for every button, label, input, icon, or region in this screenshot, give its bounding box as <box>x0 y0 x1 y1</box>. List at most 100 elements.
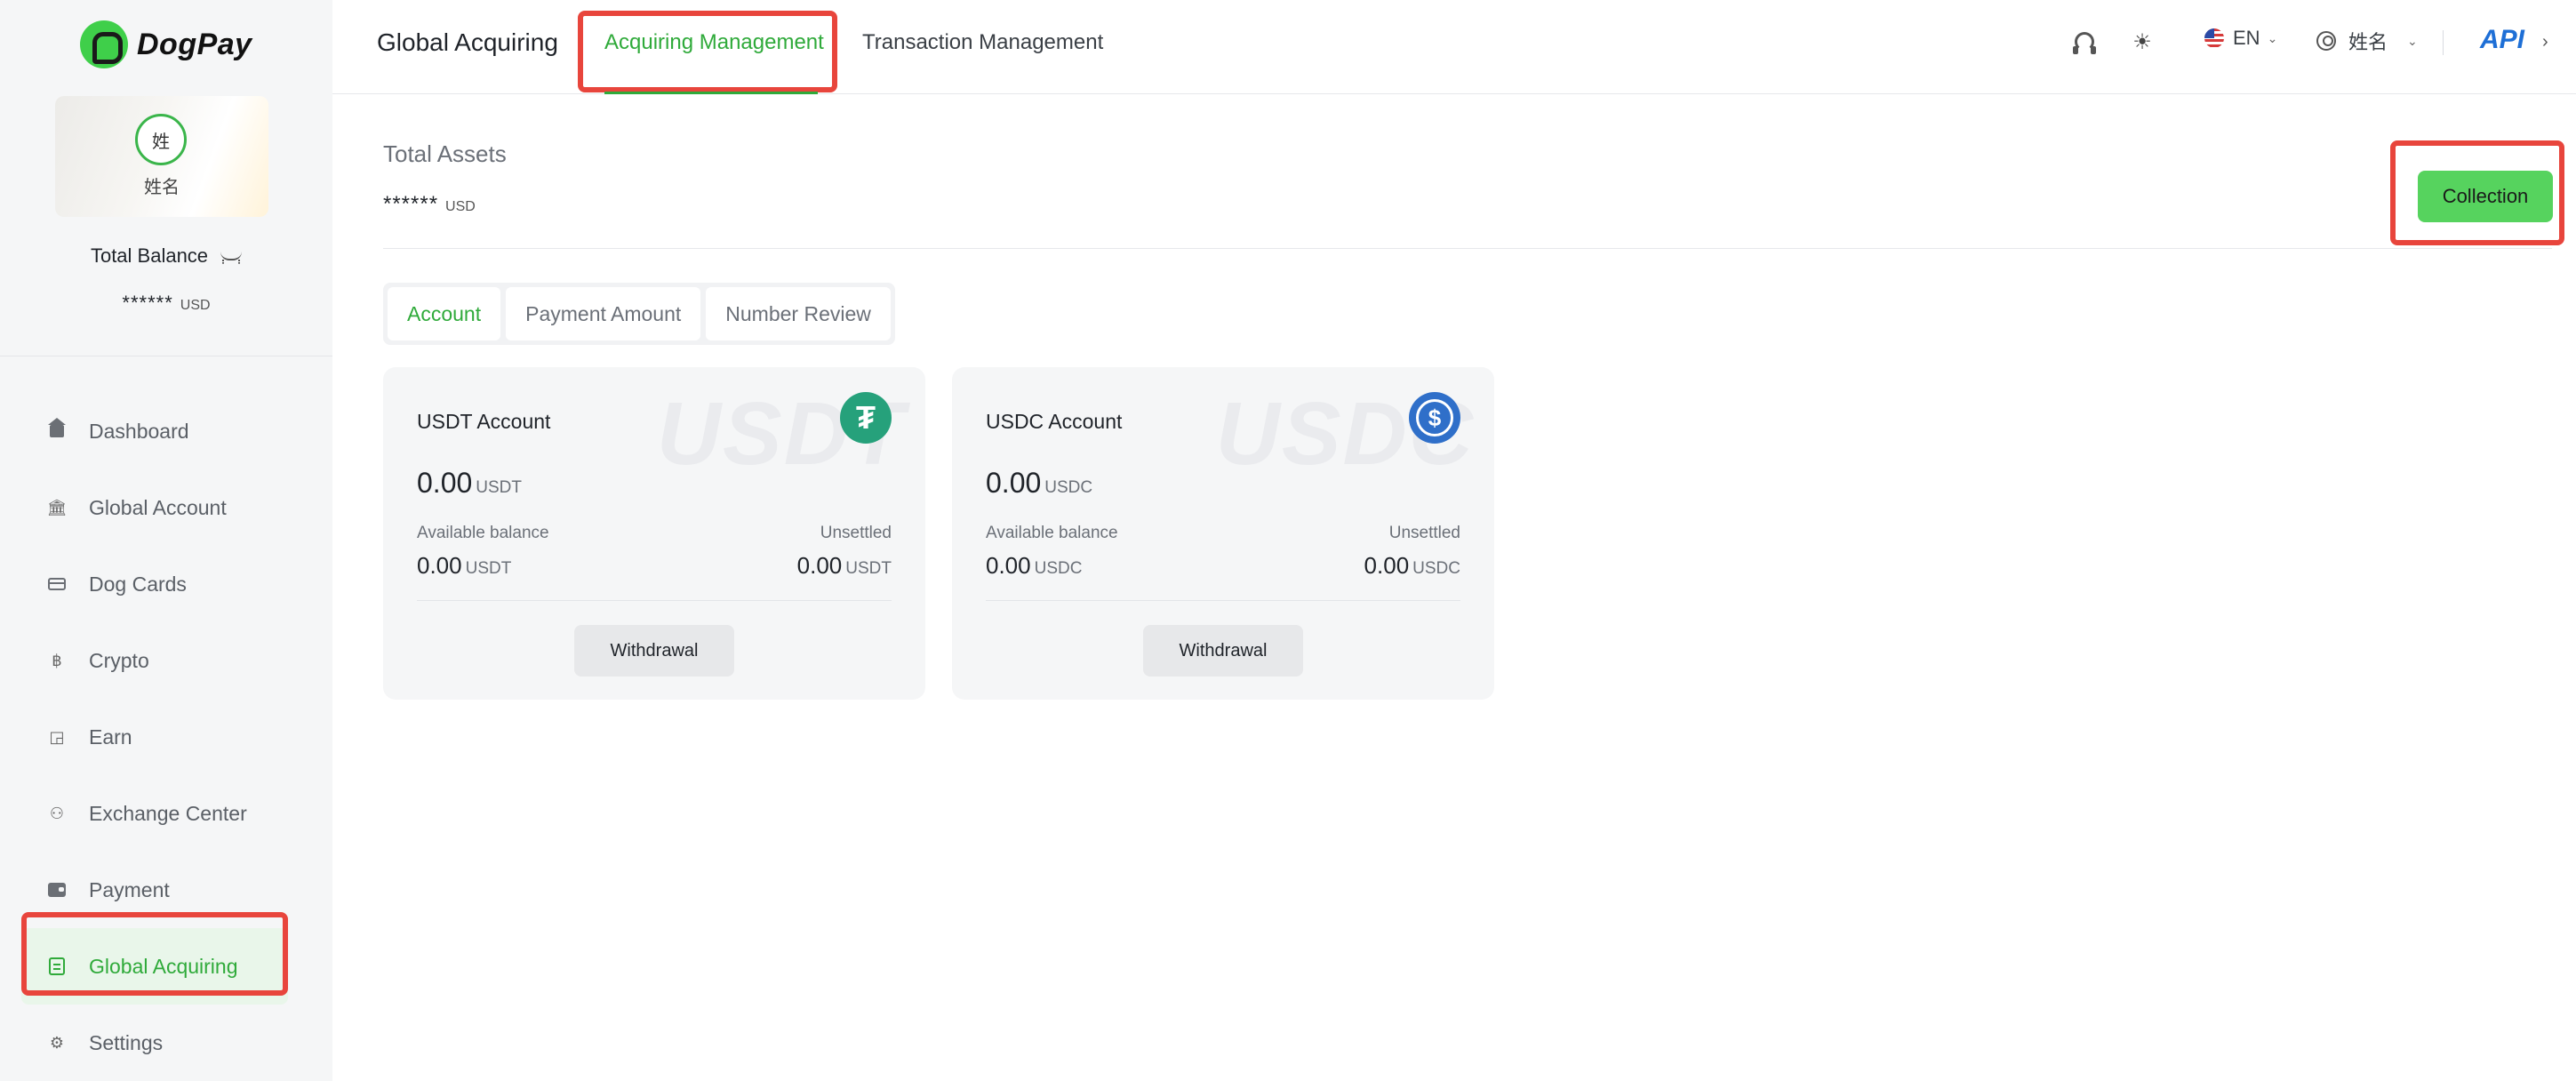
sidebar-item-exchange-center[interactable]: ⚇ Exchange Center <box>21 775 288 852</box>
chevron-down-icon: ⌄ <box>2267 30 2278 45</box>
wallet-icon <box>48 881 66 899</box>
account-name: USDT Account <box>417 410 551 433</box>
sidebar-item-label: Dog Cards <box>89 572 187 596</box>
page-title: Global Acquiring <box>377 28 558 56</box>
logo[interactable]: DogPay <box>80 20 252 69</box>
sidebar-item-dashboard[interactable]: Dashboard <box>21 393 288 469</box>
api-link[interactable]: API <box>2480 25 2524 55</box>
language-selector[interactable]: EN ⌄ <box>2204 27 2277 50</box>
sidebar: DogPay 姓 姓名 Total Balance ****** USD Dash… <box>0 0 332 1081</box>
unsettled-label: Unsettled <box>820 524 892 542</box>
card-divider <box>986 600 1460 601</box>
tab-acquiring-management[interactable]: Acquiring Management <box>604 30 824 55</box>
total-balance-value: ****** USD <box>0 292 332 315</box>
account-total-unit: USDT <box>476 478 523 497</box>
theme-sun-icon[interactable]: ☀ <box>2132 30 2152 54</box>
account-total-value: 0.00 <box>986 467 1042 499</box>
available-balance-unit: USDT <box>465 559 512 578</box>
bank-icon: 🏛 <box>46 498 68 516</box>
available-balance-label: Available balance <box>417 524 549 542</box>
total-assets-value: ****** USD <box>383 192 476 217</box>
sidebar-item-label: Exchange Center <box>89 801 247 825</box>
usd-coin-icon: $ <box>1409 392 1460 444</box>
collection-button[interactable]: Collection <box>2418 171 2553 222</box>
card-divider <box>417 600 892 601</box>
account-name: USDC Account <box>986 410 1123 433</box>
available-balance-label: Available balance <box>986 524 1118 542</box>
exchange-icon: ⚇ <box>49 804 65 822</box>
unsettled-label: Unsettled <box>1388 524 1460 542</box>
us-flag-icon <box>2204 28 2224 48</box>
unsettled: 0.00 USDT <box>797 552 892 580</box>
sidebar-item-label: Earn <box>89 725 132 749</box>
home-icon <box>48 418 66 440</box>
sidebar-item-payment[interactable]: Payment <box>21 852 288 928</box>
sidebar-item-label: Global Account <box>89 495 227 519</box>
total-balance: Total Balance <box>0 244 332 268</box>
balance-unit: USD <box>180 298 211 313</box>
tab-payment-amount[interactable]: Payment Amount <box>506 287 701 340</box>
usdt-account-card: USDT ₮ USDT Account 0.00 USDT Available b… <box>383 367 925 700</box>
tab-transaction-management[interactable]: Transaction Management <box>862 30 1103 55</box>
earn-icon: ◲ <box>49 727 65 746</box>
sidebar-item-earn[interactable]: ◲ Earn <box>21 699 288 775</box>
account-total: 0.00 USDC <box>986 467 1092 500</box>
sidebar-item-global-acquiring[interactable]: Global Acquiring <box>21 928 288 1005</box>
eye-closed-icon[interactable] <box>220 252 243 264</box>
available-balance: 0.00 USDT <box>417 552 511 580</box>
tether-icon: ₮ <box>840 392 892 444</box>
account-total: 0.00 USDT <box>417 467 522 500</box>
available-balance-unit: USDC <box>1034 559 1083 578</box>
unsettled-value: 0.00 <box>1364 552 1410 579</box>
available-balance: 0.00 USDC <box>986 552 1082 580</box>
sidebar-item-label: Global Acquiring <box>89 954 238 978</box>
main-divider <box>383 248 2552 249</box>
header-divider <box>2443 30 2444 55</box>
account-tabs: Account Payment Amount Number Review <box>383 283 895 345</box>
avatar: 姓 <box>135 114 187 165</box>
tab-number-review[interactable]: Number Review <box>706 287 891 340</box>
card-icon <box>48 575 66 593</box>
logo-text: DogPay <box>137 27 252 61</box>
headset-icon[interactable] <box>2073 32 2094 54</box>
usdc-withdrawal-button[interactable]: Withdrawal <box>1143 625 1303 677</box>
chevron-right-icon[interactable]: › <box>2542 32 2548 52</box>
sidebar-item-label: Crypto <box>89 648 149 672</box>
unsettled-value: 0.00 <box>796 552 843 579</box>
user-menu[interactable]: 姓名 ⌄ <box>2316 27 2418 55</box>
chevron-down-icon: ⌄ <box>2407 33 2418 48</box>
balance-masked: ****** <box>122 292 173 314</box>
top-bar: Global Acquiring Acquiring Management Tr… <box>332 0 2576 94</box>
usdc-account-card: USDC $ USDC Account 0.00 USDC Available b… <box>952 367 1494 700</box>
sidebar-item-dog-cards[interactable]: Dog Cards <box>21 546 288 622</box>
sidebar-item-label: Payment <box>89 877 170 901</box>
profile-card[interactable]: 姓 姓名 <box>55 96 268 217</box>
assets-unit: USD <box>445 199 476 214</box>
sidebar-item-crypto[interactable]: ฿ Crypto <box>21 622 288 699</box>
language-label: EN <box>2233 27 2260 49</box>
assets-masked: ****** <box>383 192 439 216</box>
acquiring-icon <box>48 957 66 975</box>
total-balance-label: Total Balance <box>90 244 209 267</box>
unsettled-unit: USDC <box>1412 559 1460 578</box>
total-assets-label: Total Assets <box>383 140 507 167</box>
tab-account[interactable]: Account <box>388 287 501 340</box>
sidebar-nav: Dashboard 🏛 Global Account Dog Cards ฿ C… <box>21 393 288 1081</box>
usdt-withdrawal-button[interactable]: Withdrawal <box>574 625 734 677</box>
user-name: 姓名 <box>2348 31 2388 53</box>
sidebar-item-label: Settings <box>89 1030 164 1054</box>
profile-name: 姓名 <box>144 178 180 197</box>
unsettled: 0.00 USDC <box>1364 552 1460 580</box>
gear-icon: ⚙ <box>49 1033 65 1052</box>
sidebar-item-label: Dashboard <box>89 419 189 443</box>
active-tab-underline <box>604 92 818 94</box>
sidebar-item-global-account[interactable]: 🏛 Global Account <box>21 469 288 546</box>
account-total-unit: USDC <box>1044 478 1093 497</box>
available-balance-value: 0.00 <box>986 552 1031 579</box>
available-balance-value: 0.00 <box>417 552 462 579</box>
user-icon <box>2316 31 2336 51</box>
unsettled-unit: USDT <box>845 559 892 578</box>
account-total-value: 0.00 <box>417 467 473 499</box>
sidebar-item-settings[interactable]: ⚙ Settings <box>21 1005 288 1081</box>
bitcoin-icon: ฿ <box>52 651 62 669</box>
